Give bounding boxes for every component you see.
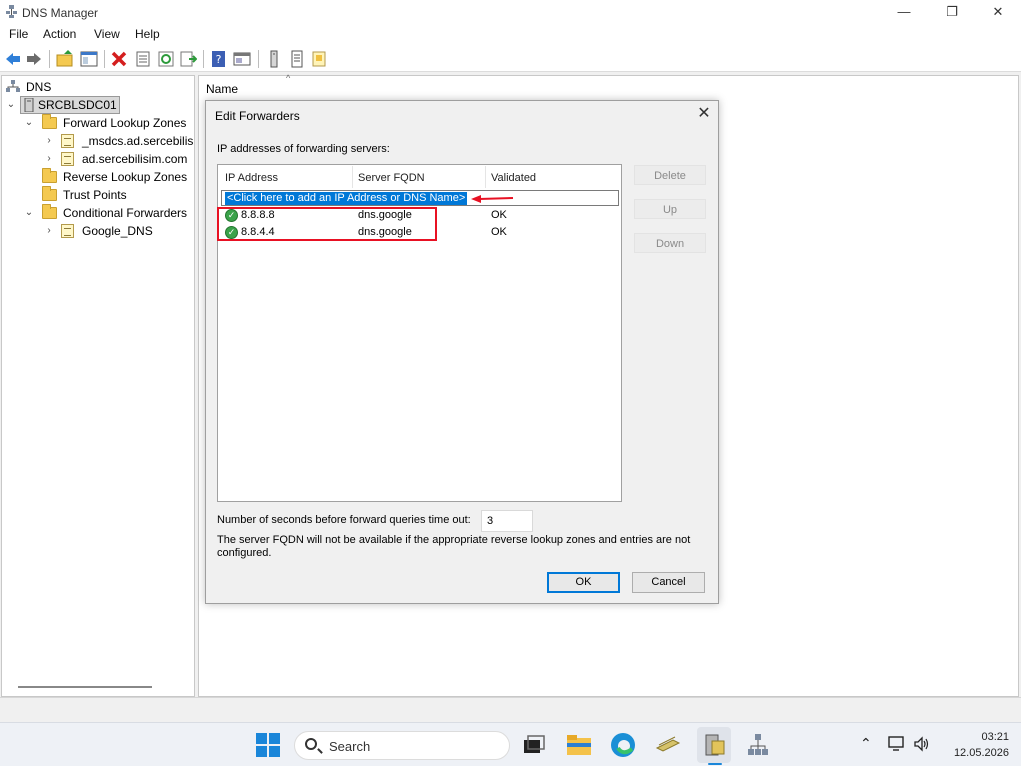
column-header-fqdn[interactable]: Server FQDN [358, 172, 425, 184]
clock-date[interactable]: 12.05.2026 [917, 747, 1009, 759]
tree-label: ad.sercebilisim.com [82, 152, 188, 166]
cancel-button[interactable]: Cancel [632, 572, 705, 593]
server-manager-icon[interactable] [701, 732, 727, 758]
menu-help[interactable]: Help [135, 27, 160, 41]
dialog-title: Edit Forwarders [215, 109, 300, 123]
folder-icon [42, 186, 57, 201]
console-tree: DNS ⌄ SRCBLSDC01 ⌄ Forward Lookup Zones … [1, 75, 195, 697]
tree-label: DNS [26, 80, 52, 94]
edit-forwarders-dialog: Edit Forwarders ✕ IP addresses of forwar… [205, 100, 719, 604]
up-button[interactable]: Up [634, 199, 706, 219]
clock-time[interactable]: 03:21 [965, 731, 1009, 743]
active-app-indicator [708, 763, 722, 765]
restore-button[interactable]: ❐ [929, 0, 975, 24]
folder-icon [42, 114, 57, 129]
tree-item-server[interactable]: ⌄ SRCBLSDC01 [6, 96, 166, 114]
tree-label: Forward Lookup Zones [63, 116, 187, 130]
title-bar: DNS Manager — ❐ ✕ [0, 0, 1021, 24]
zone-icon [61, 152, 74, 166]
toolbar: ? [0, 46, 1021, 72]
chevron-down-icon[interactable]: ⌄ [24, 204, 34, 222]
annotation-highlight-box [217, 207, 437, 241]
menu-file[interactable]: File [9, 27, 28, 41]
dns-tool-icon[interactable] [655, 732, 681, 758]
toolbar-separator [104, 50, 105, 68]
down-button[interactable]: Down [634, 233, 706, 253]
validated-cell: OK [491, 209, 507, 221]
add-forwarder-prompt[interactable]: <Click here to add an IP Address or DNS … [225, 192, 468, 205]
search-icon [305, 738, 317, 750]
close-button[interactable]: ✕ [975, 0, 1021, 24]
tree-label: Trust Points [63, 188, 127, 202]
timeout-label: Number of seconds before forward queries… [217, 514, 471, 526]
tree-label: _msdcs.ad.sercebilisim.com [82, 134, 194, 148]
list-icon[interactable] [288, 50, 306, 68]
chevron-down-icon[interactable]: ⌄ [6, 96, 16, 114]
validated-cell: OK [491, 226, 507, 238]
chevron-right-icon[interactable]: › [44, 150, 54, 168]
toolbar-separator [203, 50, 204, 68]
column-divider [485, 166, 486, 188]
annotation-arrow-icon [471, 195, 514, 203]
refresh-icon[interactable] [157, 50, 175, 68]
window-title: DNS Manager [22, 6, 99, 20]
task-view-icon[interactable] [521, 732, 547, 758]
column-header-validated[interactable]: Validated [491, 172, 536, 184]
ok-button[interactable]: OK [547, 572, 620, 593]
forwarders-caption: IP addresses of forwarding servers: [217, 143, 390, 155]
minimize-button[interactable]: — [881, 0, 927, 24]
chevron-down-icon[interactable]: ⌄ [24, 114, 34, 132]
menu-view[interactable]: View [94, 27, 120, 41]
chevron-right-icon[interactable]: › [44, 132, 54, 150]
tree-label: Conditional Forwarders [63, 206, 188, 220]
tree-label: Reverse Lookup Zones [63, 170, 188, 184]
properties-icon[interactable] [134, 50, 152, 68]
zone-icon [61, 134, 74, 148]
windows-start-icon[interactable] [255, 732, 281, 758]
zone-icon[interactable] [310, 50, 328, 68]
taskbar: Search ⌃ 03:21 12.05.2026 [0, 722, 1021, 766]
dns-icon [6, 80, 20, 92]
fqdn-note: The server FQDN will not be available if… [217, 534, 691, 559]
back-arrow-icon[interactable] [4, 50, 22, 68]
column-divider [352, 166, 353, 188]
server-icon[interactable] [265, 50, 283, 68]
toolbar-separator [49, 50, 50, 68]
network-icon[interactable] [745, 732, 771, 758]
zone-icon [61, 224, 74, 238]
svg-text:?: ? [216, 53, 222, 66]
tree-label: Google_DNS [82, 224, 153, 238]
folder-icon [42, 204, 57, 219]
server-icon [24, 98, 34, 112]
chevron-right-icon[interactable]: › [44, 222, 54, 240]
horizontal-scrollbar[interactable] [18, 686, 152, 688]
export-list-icon[interactable] [179, 50, 197, 68]
column-header-ip[interactable]: IP Address [225, 172, 278, 184]
chevron-up-icon[interactable]: ⌃ [860, 735, 872, 752]
file-explorer-icon[interactable] [566, 732, 592, 758]
menu-bar: File Action View Help [0, 24, 1021, 46]
up-folder-icon[interactable] [56, 50, 74, 68]
menu-action[interactable]: Action [43, 27, 76, 41]
column-header-name[interactable]: Name [206, 82, 238, 96]
help-icon[interactable]: ? [210, 50, 228, 68]
status-bar [0, 697, 1021, 721]
toolbar-separator [258, 50, 259, 68]
tree-label: SRCBLSDC01 [38, 98, 117, 112]
dialog-close-button[interactable]: ✕ [694, 105, 714, 125]
sort-ascending-icon: ^ [286, 73, 291, 83]
delete-button[interactable]: Delete [634, 165, 706, 185]
delete-icon[interactable] [110, 50, 128, 68]
search-placeholder: Search [329, 739, 371, 754]
forward-arrow-icon[interactable] [25, 50, 43, 68]
folder-icon [42, 168, 57, 183]
console-icon[interactable] [233, 50, 251, 68]
add-forwarder-input[interactable]: <Click here to add an IP Address or DNS … [221, 190, 619, 206]
show-hide-tree-icon[interactable] [80, 50, 98, 68]
dns-manager-icon [6, 5, 17, 18]
network-monitor-icon[interactable] [888, 735, 906, 753]
edge-icon[interactable] [610, 732, 636, 758]
timeout-input[interactable]: 3 [481, 510, 533, 532]
taskbar-search[interactable]: Search [294, 731, 510, 760]
